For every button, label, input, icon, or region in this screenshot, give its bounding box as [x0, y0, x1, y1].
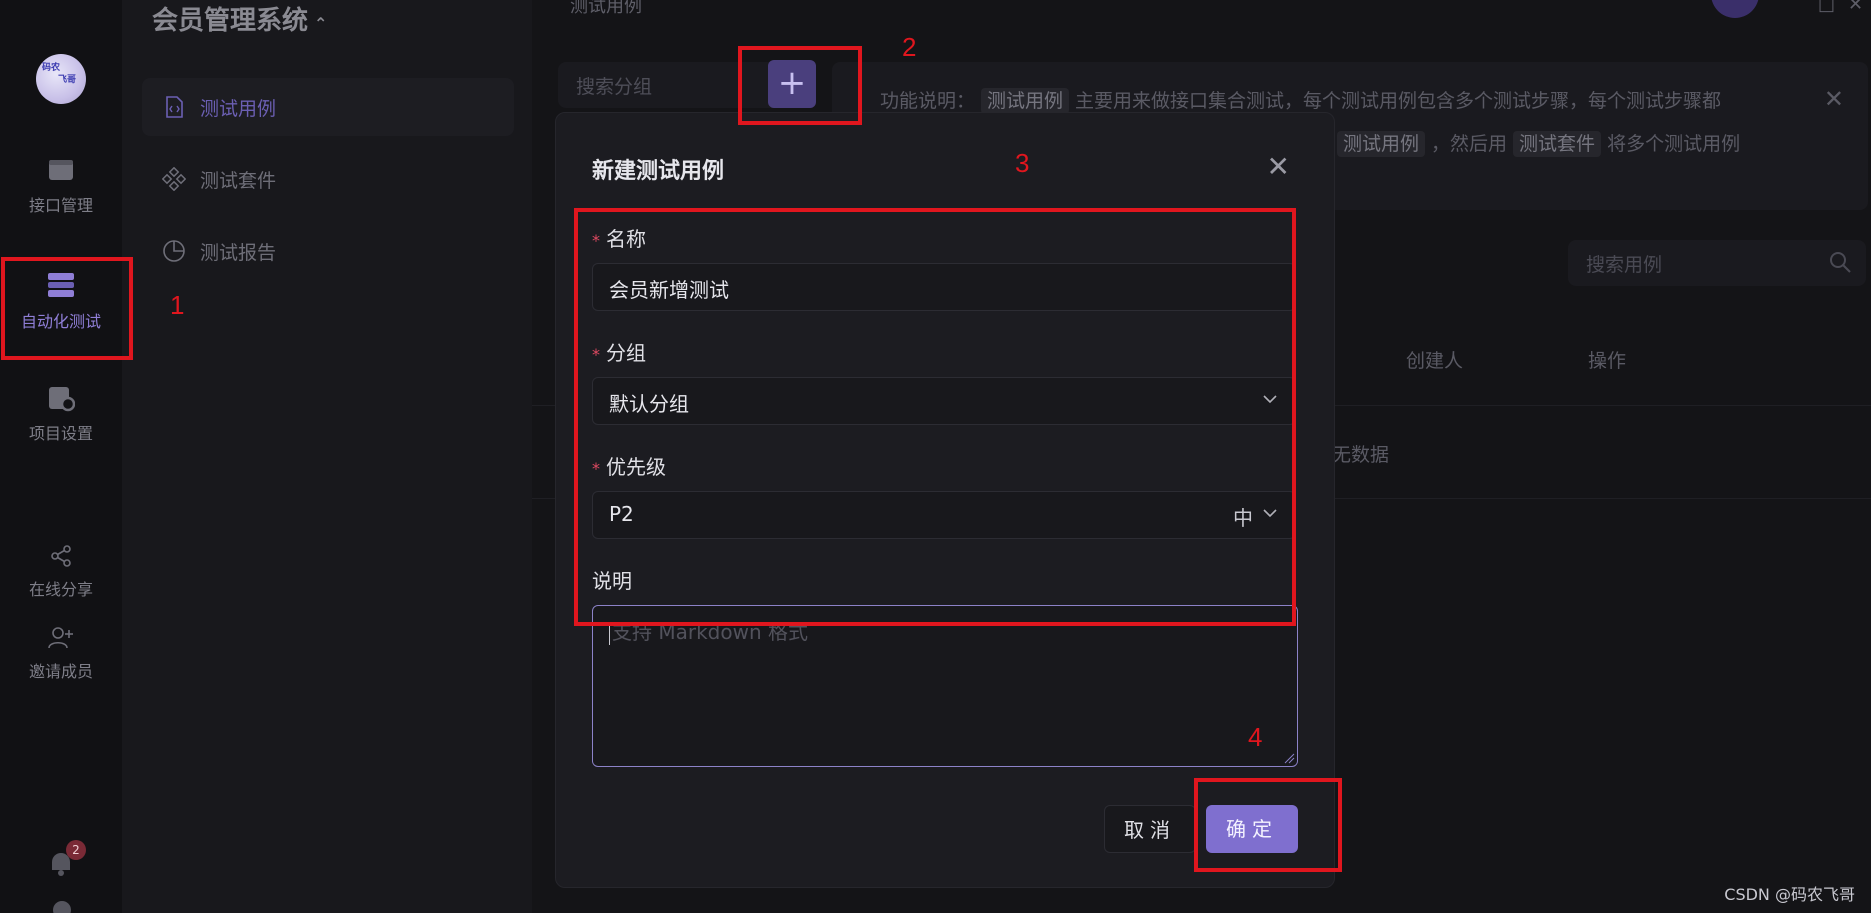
annotation-box-2: [738, 46, 862, 125]
search-icon: [1830, 252, 1851, 273]
window-close-icon[interactable]: ✕: [1848, 0, 1863, 15]
resize-handle-icon[interactable]: [1283, 752, 1295, 764]
info-tag: 测试用例: [981, 88, 1070, 114]
subnav-item-test-cases[interactable]: 测试用例: [142, 78, 514, 136]
project-title: 会员管理系统: [152, 6, 309, 36]
subnav-item-test-reports[interactable]: 测试报告: [142, 222, 514, 280]
rail-item-label: 接口管理: [28, 196, 93, 215]
annotation-number: 2: [902, 32, 917, 62]
watermark: CSDN @码农飞哥: [1724, 885, 1855, 904]
gear-icon[interactable]: [50, 898, 74, 913]
description-textarea[interactable]: 支持 Markdown 格式: [592, 605, 1298, 767]
notification-badge: 2: [66, 840, 86, 860]
invite-user-icon: [48, 627, 73, 649]
rail-item-settings[interactable]: 项目设置: [0, 384, 122, 444]
rail-item-label: 邀请成员: [28, 662, 93, 681]
subnav-item-test-suites[interactable]: 测试套件: [142, 150, 514, 208]
avatar[interactable]: [1711, 0, 1759, 18]
annotation-number: 3: [1015, 148, 1030, 178]
subnav-item-label: 测试套件: [200, 169, 277, 192]
left-rail: 码农 飞哥 接口管理 自动化测试 项目设置 在线分享 邀请成员 2: [0, 0, 122, 913]
dialog-title: 新建测试用例: [592, 159, 725, 184]
share-icon: [51, 545, 71, 567]
breadcrumb: 测试用例: [570, 0, 642, 17]
subnav-item-label: 测试用例: [200, 97, 277, 120]
team-logo[interactable]: 码农 飞哥: [36, 54, 86, 104]
project-settings-icon: [49, 387, 75, 412]
info-text: 将多个测试用例: [1607, 133, 1741, 155]
code-file-icon: [166, 96, 183, 118]
close-icon[interactable]: ✕: [1267, 153, 1290, 181]
rail-item-api[interactable]: 接口管理: [0, 156, 122, 216]
rail-item-label: 项目设置: [28, 424, 93, 443]
info-text: 主要用来做接口集合测试，每个测试用例包含多个测试步骤，每个测试步骤都: [1075, 90, 1722, 112]
secondary-nav: 会员管理系统 ⌃ 测试用例 测试套件 测试报告: [122, 0, 532, 913]
rail-item-invite[interactable]: 邀请成员: [0, 626, 122, 682]
rail-item-label: 在线分享: [28, 580, 93, 599]
project-switcher[interactable]: 会员管理系统 ⌃: [152, 0, 327, 37]
pie-chart-icon: [163, 240, 185, 262]
info-prefix: 功能说明：: [880, 90, 976, 112]
case-search-placeholder: 搜索用例: [1586, 254, 1663, 276]
updown-chevron-icon: ⌃: [314, 14, 328, 33]
subnav-item-label: 测试报告: [200, 241, 277, 264]
column-creator: 创建人: [1406, 350, 1464, 372]
annotation-box-1: [1, 257, 133, 360]
info-text: ，然后用: [1431, 133, 1508, 155]
close-icon[interactable]: ✕: [1824, 78, 1844, 121]
info-tag: 测试套件: [1513, 131, 1602, 157]
empty-state: 无数据: [1332, 444, 1390, 466]
minimize-icon[interactable]: □: [1818, 0, 1835, 15]
annotation-number: 1: [170, 290, 185, 320]
rail-item-share[interactable]: 在线分享: [0, 544, 122, 600]
case-search-input[interactable]: 搜索用例: [1568, 240, 1866, 286]
annotation-number: 4: [1248, 722, 1263, 752]
annotation-box-3: [574, 208, 1296, 626]
info-tag: 测试用例: [1337, 131, 1426, 157]
suite-diamond-icon: [162, 167, 186, 191]
api-folder-icon: [49, 160, 73, 180]
column-actions: 操作: [1588, 350, 1627, 372]
annotation-box-4: [1194, 778, 1342, 872]
cancel-button[interactable]: 取消: [1104, 805, 1196, 853]
